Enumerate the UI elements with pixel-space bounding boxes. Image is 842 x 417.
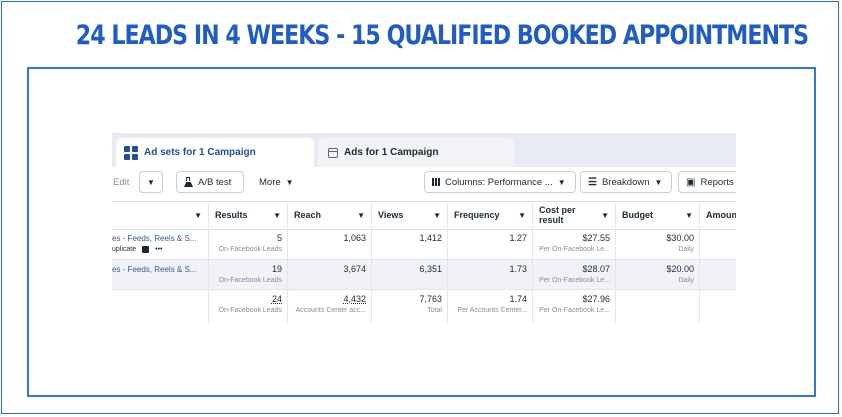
caret-down-icon: ▼ xyxy=(557,177,566,187)
tab-ad-sets-label: Ad sets for 1 Campaign xyxy=(144,147,256,158)
ads-manager-screenshot: Ad sets for 1 Campaign Ads for 1 Campaig… xyxy=(112,133,736,329)
totals-label-cell xyxy=(112,290,209,324)
columns-button[interactable]: Columns: Performance ... ▼ xyxy=(424,171,576,193)
caret-down-icon: ▼ xyxy=(285,177,294,187)
frequency-cell: 1.27 xyxy=(448,229,533,259)
budget-cell: $30.00 Daily xyxy=(616,229,700,259)
column-header-budget[interactable]: Budget ▼ xyxy=(616,202,700,228)
edit-dropdown-button[interactable]: ▼ xyxy=(139,171,163,193)
caret-down-icon: ▼ xyxy=(518,210,526,220)
column-header-results[interactable]: Results ▼ xyxy=(209,202,288,228)
ab-test-button[interactable]: A/B test xyxy=(176,171,244,193)
edit-button[interactable]: Edit xyxy=(112,171,138,193)
caret-down-icon: ▼ xyxy=(273,210,281,220)
ad-set-name-cell: es - Feeds, Reels & S... xyxy=(112,260,209,289)
results-cell: 5 On-Facebook Leads xyxy=(209,229,288,259)
reports-button[interactable]: ▣ Reports xyxy=(678,171,736,193)
budget-cell: $20.00 Daily xyxy=(616,260,700,289)
reach-cell: 3,674 xyxy=(288,260,372,289)
ad-set-name-link[interactable]: es - Feeds, Reels & S... xyxy=(112,264,203,275)
column-header-name[interactable]: ▼ xyxy=(112,202,209,228)
caret-down-icon: ▼ xyxy=(357,210,365,220)
reports-label: Reports xyxy=(700,176,734,188)
reports-icon: ▣ xyxy=(686,176,696,188)
views-cell: 6,351 xyxy=(372,260,448,289)
flask-icon xyxy=(184,177,193,187)
caret-down-icon: ▼ xyxy=(654,177,663,187)
tab-bar: Ad sets for 1 Campaign Ads for 1 Campaig… xyxy=(112,133,736,167)
results-cell: 19 On-Facebook Leads xyxy=(209,260,288,289)
more-options-icon[interactable]: ••• xyxy=(155,244,162,255)
total-budget-cell xyxy=(616,290,700,324)
headline: 24 Leads in 4 Weeks - 15 Qualified Booke… xyxy=(75,20,809,51)
ad-set-name-link[interactable]: es - Feeds, Reels & S... xyxy=(112,233,203,244)
breakdown-label: Breakdown xyxy=(601,176,650,188)
caret-down-icon: ▼ xyxy=(147,177,155,187)
columns-label: Columns: Performance ... xyxy=(445,176,553,188)
total-reach-cell: 4,432 Accounts Center acc... xyxy=(288,290,372,324)
column-header-reach[interactable]: Reach ▼ xyxy=(288,202,372,228)
breakdown-icon: ☰ xyxy=(588,176,597,188)
ab-test-label: A/B test xyxy=(198,176,232,188)
caret-down-icon: ▼ xyxy=(601,210,609,220)
more-label: More xyxy=(259,176,281,188)
chart-icon[interactable] xyxy=(142,246,150,253)
more-button[interactable]: More ▼ xyxy=(252,171,302,193)
caret-down-icon: ▼ xyxy=(433,210,441,220)
edit-label: Edit xyxy=(113,176,130,188)
calendar-icon xyxy=(328,147,338,158)
caret-down-icon: ▼ xyxy=(194,210,202,220)
duplicate-label[interactable]: uplicate xyxy=(112,244,136,255)
tab-ads-label: Ads for 1 Campaign xyxy=(344,147,439,158)
table-row[interactable]: es - Feeds, Reels & S... uplicate ••• 5 … xyxy=(112,229,736,260)
tab-ad-sets[interactable]: Ad sets for 1 Campaign xyxy=(116,138,314,167)
table-row[interactable]: es - Feeds, Reels & S... 19 On-Facebook … xyxy=(112,260,736,290)
total-cost-per-result-cell: $27.96 Per On-Facebook Le... xyxy=(533,290,616,324)
table-header: ▼ Results ▼ Reach ▼ Views ▼ Frequency ▼ Cost… xyxy=(112,201,736,230)
column-header-views[interactable]: Views ▼ xyxy=(372,202,448,228)
columns-icon xyxy=(432,178,440,186)
cost-per-result-cell: $28.07 Per On-Facebook Le... xyxy=(533,260,616,289)
total-results-cell: 24 On-Facebook Leads xyxy=(209,290,288,324)
frequency-cell: 1.73 xyxy=(448,260,533,289)
total-frequency-cell: 1.74 Per Accounts Center... xyxy=(448,290,533,324)
total-views-cell: 7,763 Total xyxy=(372,290,448,324)
totals-row: 24 On-Facebook Leads 4,432 Accounts Cent… xyxy=(112,290,736,324)
caret-down-icon: ▼ xyxy=(685,210,693,220)
column-header-amount[interactable]: Amoun xyxy=(700,202,736,228)
cost-per-result-cell: $27.55 Per On-Facebook Le... xyxy=(533,229,616,259)
column-header-frequency[interactable]: Frequency ▼ xyxy=(448,202,533,228)
views-cell: 1,412 xyxy=(372,229,448,259)
ad-set-name-cell: es - Feeds, Reels & S... uplicate ••• xyxy=(112,229,209,259)
tab-ads[interactable]: Ads for 1 Campaign xyxy=(318,138,514,167)
column-header-cost-per-result[interactable]: Cost per result ▼ xyxy=(533,202,616,228)
reach-cell: 1,063 xyxy=(288,229,372,259)
toolbar: Edit ▼ A/B test More ▼ Columns: Performa… xyxy=(112,171,736,195)
breakdown-button[interactable]: ☰ Breakdown ▼ xyxy=(580,171,672,193)
ad-sets-icon xyxy=(124,145,138,160)
